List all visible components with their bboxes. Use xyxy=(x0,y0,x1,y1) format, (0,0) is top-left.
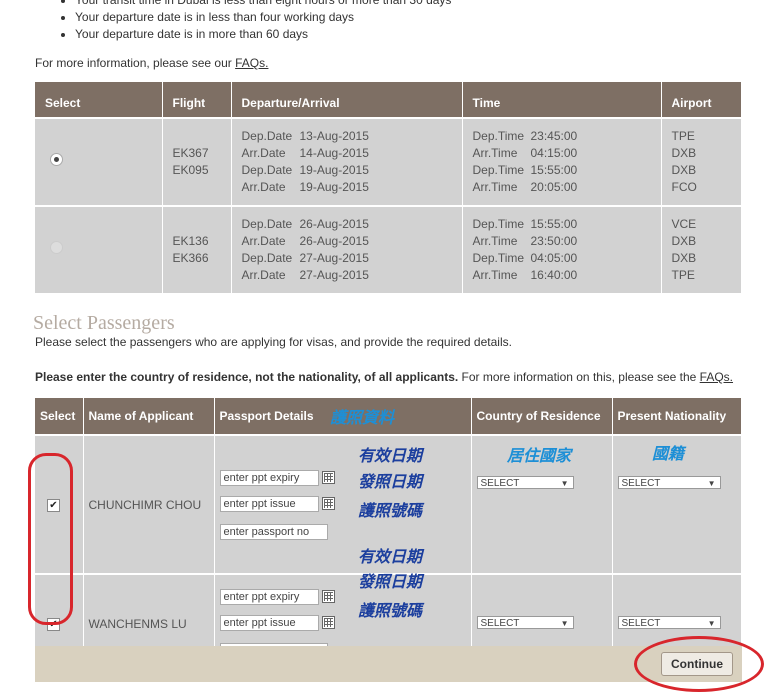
col-select: Select xyxy=(35,398,84,435)
residence-notice: Please enter the country of residence, n… xyxy=(35,370,734,384)
condition-item: Your departure date is in less than four… xyxy=(75,9,451,26)
flight-airports: VCE DXB DXB TPE xyxy=(661,205,742,293)
flight-dates: Dep.Date 13-Aug-2015 Arr.Date 14-Aug-2015 … xyxy=(231,117,463,206)
ppt-issue-input[interactable]: enter ppt issue xyxy=(219,614,319,631)
annotation-nationality: 國籍 xyxy=(652,444,685,463)
annotation-residence: 居住國家 xyxy=(507,446,572,465)
nationality-select[interactable]: SELECT ▼ xyxy=(617,615,721,629)
nationality-select[interactable]: SELECT ▼ xyxy=(617,476,721,489)
applicant-name: CHUNCHIMR CHOU xyxy=(83,434,215,574)
flight-airports: TPE DXB DXB FCO xyxy=(661,117,742,206)
residence-select[interactable]: SELECT ▼ xyxy=(476,476,574,489)
flight-select-cell xyxy=(35,117,163,206)
ppt-issue-input[interactable]: enter ppt issue xyxy=(219,495,319,512)
residence-select[interactable]: SELECT ▼ xyxy=(476,615,574,629)
calendar-icon[interactable] xyxy=(321,497,335,510)
col-name: Name of Applicant xyxy=(83,398,215,435)
ppt-expiry-input[interactable]: enter ppt expiry xyxy=(219,469,319,486)
flight-numbers: EK136 EK366 xyxy=(162,205,232,293)
col-residence: Country of Residence xyxy=(471,398,613,435)
flight-times: Dep.Time 15:55:00 Arr.Time 23:50:00 Dep.Ti… xyxy=(462,205,662,293)
calendar-icon[interactable] xyxy=(321,616,335,629)
annotation-passport-no: 護照號碼 xyxy=(358,601,423,620)
calendar-icon[interactable] xyxy=(321,471,335,484)
flight-select-cell xyxy=(35,205,163,293)
red-highlight-box xyxy=(28,453,73,625)
more-info-text: For more information, please see our FAQ… xyxy=(35,56,269,70)
annotation-issue: 發照日期 xyxy=(358,472,423,491)
passport-details-cell: enter ppt expiry enter ppt issue enter p… xyxy=(214,434,472,574)
dropdown-arrow-icon: ▼ xyxy=(560,618,569,628)
faqs-link[interactable]: FAQs. xyxy=(700,370,733,384)
flight-radio[interactable] xyxy=(50,241,63,254)
faqs-link[interactable]: FAQs. xyxy=(235,56,268,70)
annotation-passport-details: 護照資料 xyxy=(330,408,395,427)
section-title: Select Passengers xyxy=(33,312,175,334)
col-nationality: Present Nationality xyxy=(612,398,742,435)
col-flight: Flight xyxy=(162,82,232,118)
flight-dates: Dep.Date 26-Aug-2015 Arr.Date 26-Aug-2015 … xyxy=(231,205,463,293)
red-highlight-circle xyxy=(634,636,764,692)
dropdown-arrow-icon: ▼ xyxy=(707,479,716,488)
section-subtitle: Please select the passengers who are app… xyxy=(35,335,512,349)
flight-numbers: EK367 EK095 xyxy=(162,117,232,206)
dropdown-arrow-icon: ▼ xyxy=(560,479,569,488)
flight-radio[interactable] xyxy=(50,153,63,166)
dropdown-arrow-icon: ▼ xyxy=(707,618,716,628)
annotation-passport-no: 護照號碼 xyxy=(358,501,423,520)
conditions-list: Your transit time in Dubai is less than … xyxy=(57,0,451,43)
flight-times: Dep.Time 23:45:00 Arr.Time 04:15:00 Dep.Ti… xyxy=(462,117,662,206)
calendar-icon[interactable] xyxy=(321,590,335,603)
col-select: Select xyxy=(35,82,163,118)
condition-item: Your transit time in Dubai is less than … xyxy=(75,0,451,9)
col-departure-arrival: Departure/Arrival xyxy=(231,82,463,118)
flight-row: EK367 EK095 Dep.Date 13-Aug-2015 Arr.Date… xyxy=(35,117,742,206)
condition-item: Your departure date is in more than 60 d… xyxy=(75,26,451,43)
annotation-expiry: 有效日期 xyxy=(358,547,423,566)
annotation-expiry: 有效日期 xyxy=(358,446,423,465)
passport-no-input[interactable]: enter passport no xyxy=(219,523,328,540)
ppt-expiry-input[interactable]: enter ppt expiry xyxy=(219,588,319,605)
flights-table: Select Flight Departure/Arrival Time Air… xyxy=(35,82,742,293)
annotation-issue: 發照日期 xyxy=(358,572,423,591)
passengers-table: Select Name of Applicant Passport Detail… xyxy=(35,398,742,672)
col-airport: Airport xyxy=(661,82,742,118)
col-time: Time xyxy=(462,82,662,118)
flight-row: EK136 EK366 Dep.Date 26-Aug-2015 Arr.Date… xyxy=(35,205,742,293)
